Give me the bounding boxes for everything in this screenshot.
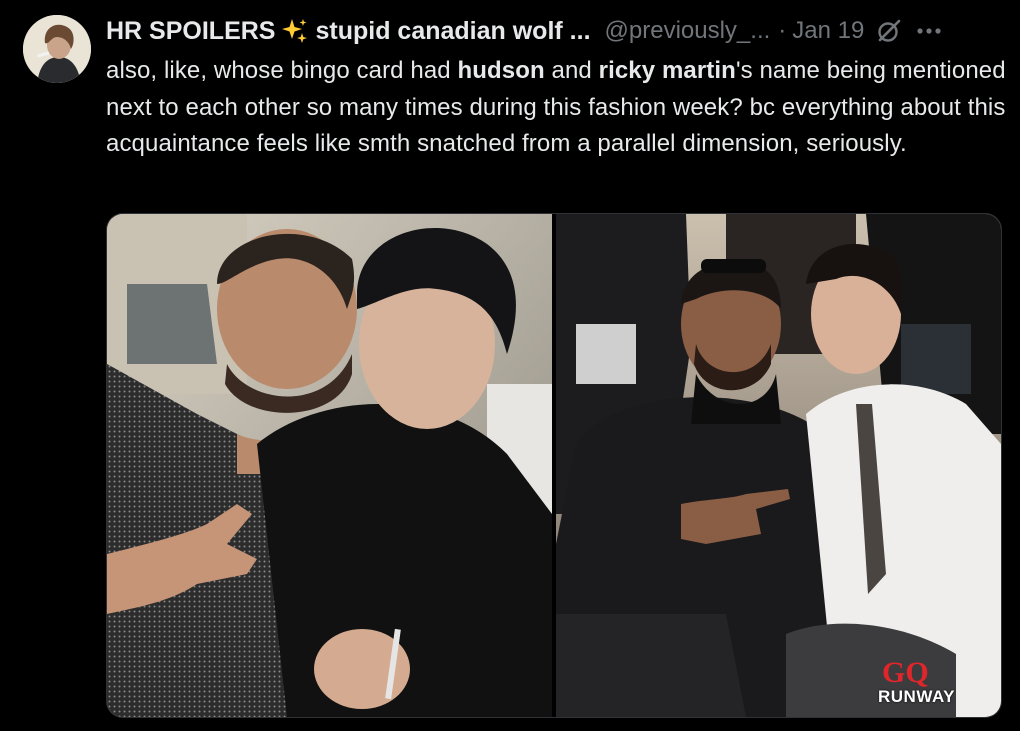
display-name[interactable]: HR SPOILERS bbox=[106, 17, 275, 46]
tweet-text-segment: also, like, whose bingo card had bbox=[106, 57, 458, 84]
photo-right-image bbox=[556, 214, 1001, 717]
tweet-text: also, like, whose bingo card had hudson … bbox=[106, 53, 1006, 163]
tweet-text-segment: and bbox=[544, 57, 599, 84]
runway-label: RUNWAY bbox=[878, 687, 955, 706]
gq-brand-text: GQ bbox=[882, 656, 929, 688]
media-grid[interactable]: GQ RUNWAY bbox=[106, 213, 1002, 718]
separator-dot: · bbox=[778, 17, 787, 44]
tweet-header: HR SPOILERS stupid canadian wolf ... @pr… bbox=[106, 14, 1010, 48]
tweet-text-bold: ricky martin bbox=[598, 57, 736, 84]
photo-right[interactable]: GQ RUNWAY bbox=[556, 214, 1001, 717]
user-handle[interactable]: @previously_... bbox=[605, 17, 771, 45]
avatar[interactable] bbox=[23, 15, 91, 83]
avatar-image bbox=[23, 15, 91, 83]
sparkles-icon bbox=[281, 17, 309, 45]
tweet-date[interactable]: Jan 19 bbox=[792, 17, 864, 45]
tweet-text-bold: hudson bbox=[457, 57, 545, 84]
more-icon[interactable] bbox=[916, 27, 942, 35]
photo-left[interactable] bbox=[107, 214, 552, 717]
display-name-suffix[interactable]: stupid canadian wolf ... bbox=[315, 17, 590, 46]
photo-left-image bbox=[107, 214, 552, 717]
grok-icon[interactable] bbox=[876, 18, 902, 44]
